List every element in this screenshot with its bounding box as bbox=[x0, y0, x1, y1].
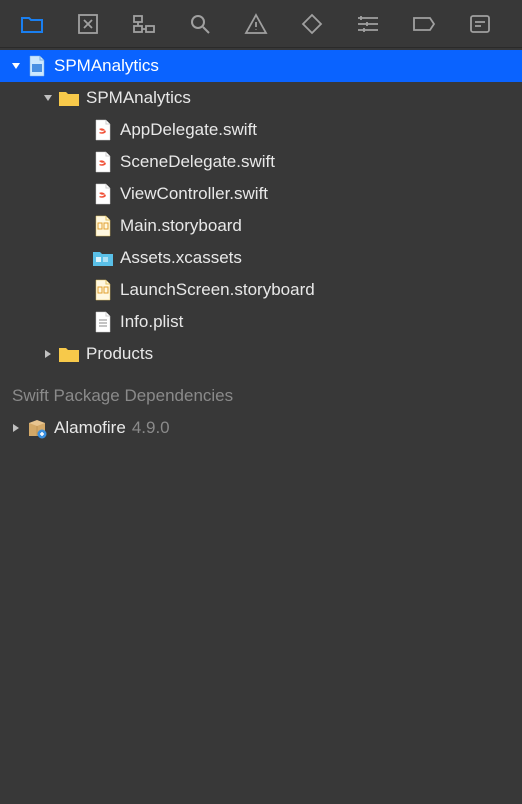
folder-label: SPMAnalytics bbox=[86, 88, 191, 108]
file-viewcontroller[interactable]: ViewController.swift bbox=[0, 178, 522, 210]
file-label: Main.storyboard bbox=[120, 216, 242, 236]
file-scenedelegate[interactable]: SceneDelegate.swift bbox=[0, 146, 522, 178]
folder-spmanalytics[interactable]: SPMAnalytics bbox=[0, 82, 522, 114]
file-label: Info.plist bbox=[120, 312, 183, 332]
dependency-name: Alamofire bbox=[54, 418, 126, 438]
package-icon bbox=[26, 417, 48, 439]
storyboard-icon bbox=[92, 215, 114, 237]
test-navigator-icon[interactable] bbox=[284, 0, 340, 48]
file-assets[interactable]: Assets.xcassets bbox=[0, 242, 522, 274]
disclosure-triangle-closed[interactable] bbox=[40, 346, 56, 362]
source-control-navigator-icon[interactable] bbox=[60, 0, 116, 48]
project-navigator-icon[interactable] bbox=[4, 0, 60, 48]
file-launchscreen[interactable]: LaunchScreen.storyboard bbox=[0, 274, 522, 306]
file-infoplist[interactable]: Info.plist bbox=[0, 306, 522, 338]
plist-icon bbox=[92, 311, 114, 333]
find-navigator-icon[interactable] bbox=[172, 0, 228, 48]
storyboard-icon bbox=[92, 279, 114, 301]
xcodeproj-icon bbox=[26, 55, 48, 77]
navigator-toolbar bbox=[0, 0, 522, 48]
dependency-version: 4.9.0 bbox=[132, 418, 170, 438]
file-label: Assets.xcassets bbox=[120, 248, 242, 268]
disclosure-triangle-open[interactable] bbox=[8, 58, 24, 74]
disclosure-triangle-closed[interactable] bbox=[8, 420, 24, 436]
file-appdelegate[interactable]: AppDelegate.swift bbox=[0, 114, 522, 146]
file-label: AppDelegate.swift bbox=[120, 120, 257, 140]
issue-navigator-icon[interactable] bbox=[228, 0, 284, 48]
symbol-navigator-icon[interactable] bbox=[116, 0, 172, 48]
debug-navigator-icon[interactable] bbox=[340, 0, 396, 48]
file-main-storyboard[interactable]: Main.storyboard bbox=[0, 210, 522, 242]
project-root[interactable]: SPMAnalytics bbox=[0, 50, 522, 82]
dependency-alamofire[interactable]: Alamofire 4.9.0 bbox=[0, 412, 522, 444]
folder-label: Products bbox=[86, 344, 153, 364]
folder-products[interactable]: Products bbox=[0, 338, 522, 370]
swift-file-icon bbox=[92, 151, 114, 173]
folder-icon bbox=[58, 87, 80, 109]
swift-file-icon bbox=[92, 119, 114, 141]
file-label: LaunchScreen.storyboard bbox=[120, 280, 315, 300]
assets-icon bbox=[92, 247, 114, 269]
project-name-label: SPMAnalytics bbox=[54, 56, 159, 76]
disclosure-triangle-open[interactable] bbox=[40, 90, 56, 106]
file-label: ViewController.swift bbox=[120, 184, 268, 204]
dependencies-section-header: Swift Package Dependencies bbox=[0, 370, 522, 412]
breakpoint-navigator-icon[interactable] bbox=[396, 0, 452, 48]
swift-file-icon bbox=[92, 183, 114, 205]
file-label: SceneDelegate.swift bbox=[120, 152, 275, 172]
folder-icon bbox=[58, 343, 80, 365]
project-tree: SPMAnalytics SPMAnalytics AppDelegate.sw… bbox=[0, 48, 522, 444]
report-navigator-icon[interactable] bbox=[452, 0, 508, 48]
